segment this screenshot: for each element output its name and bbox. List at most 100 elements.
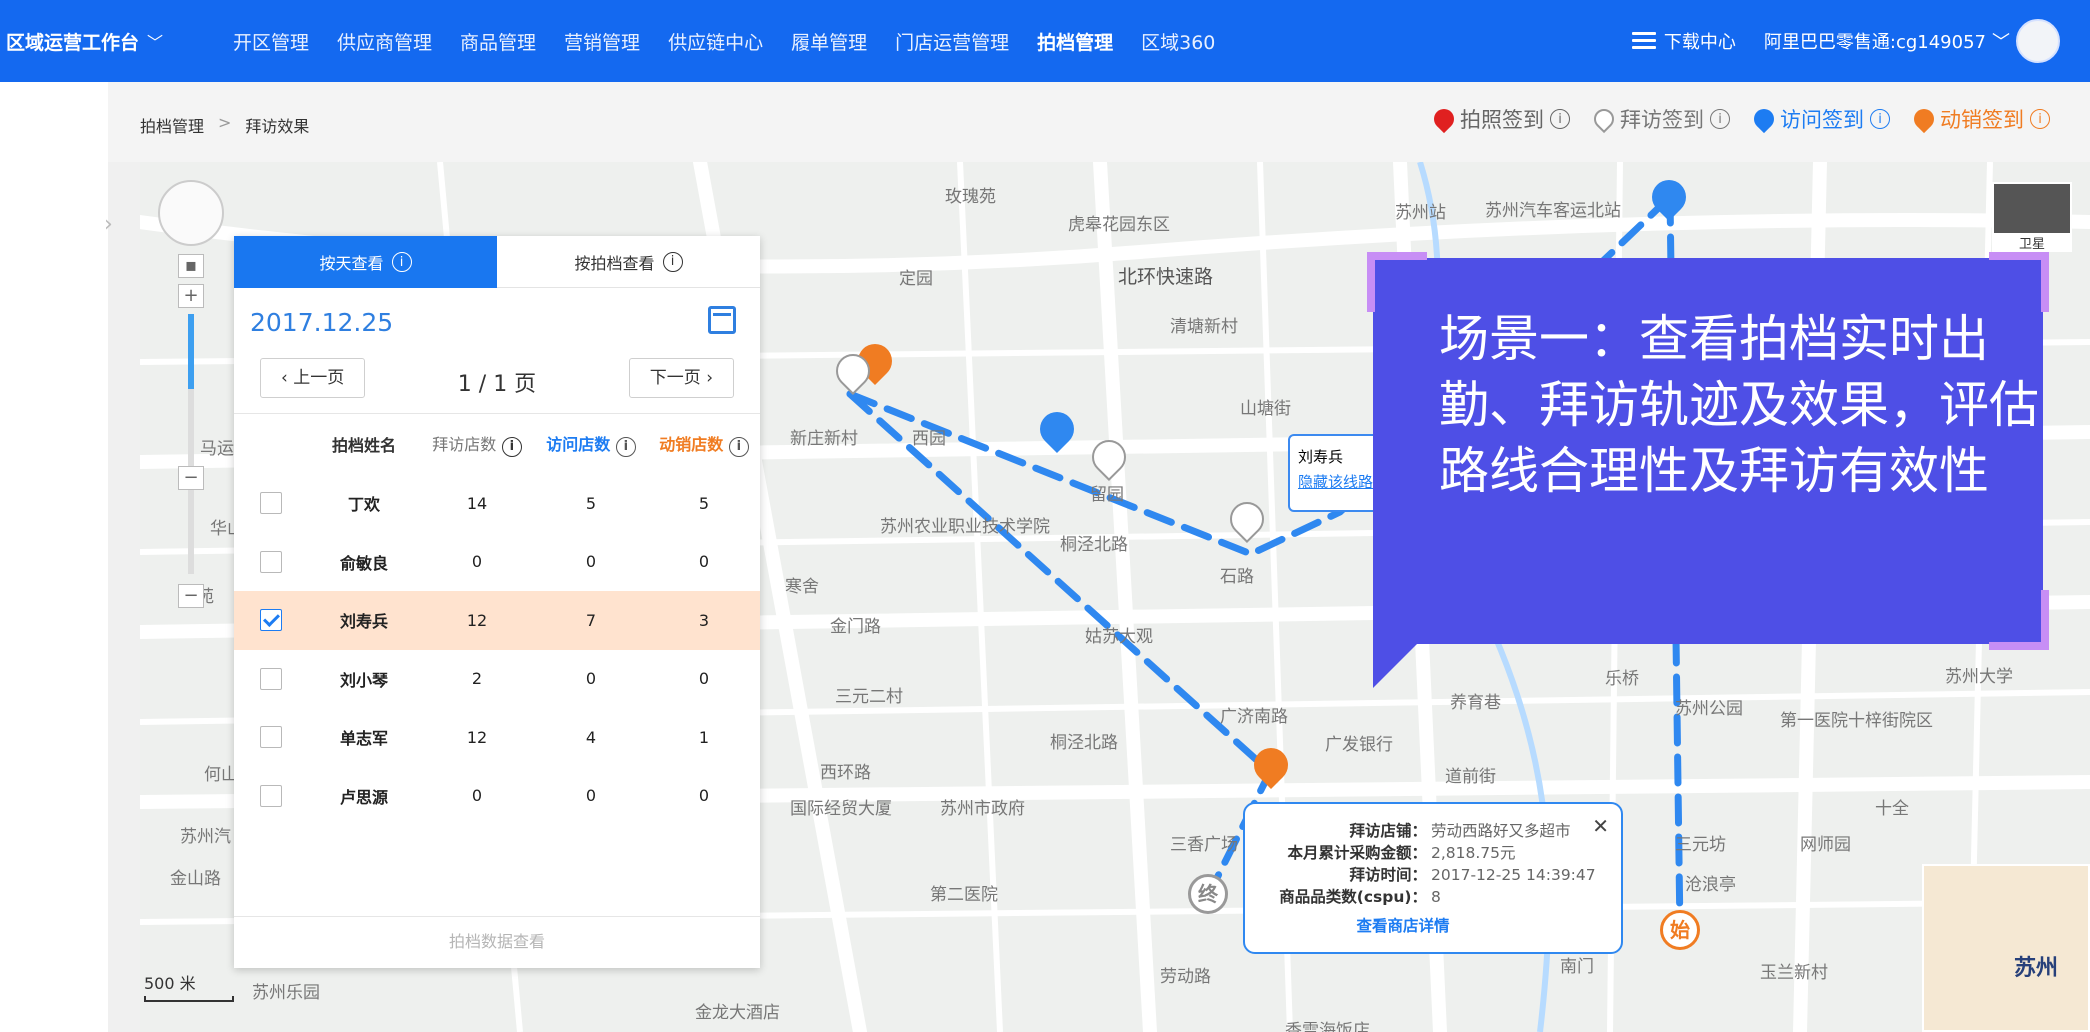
chevron-right-icon[interactable]: › [104, 212, 113, 237]
row-checkbox[interactable] [260, 667, 282, 690]
access-pin-icon [1749, 104, 1779, 134]
sales-count-cell: 3 [698, 610, 710, 630]
table-row[interactable]: 刘小琴 2 0 0 [234, 650, 760, 709]
map-legend: 拍照签到 i 拜访签到 i 访问签到 i 动销签到 i [1429, 104, 2050, 134]
row-checkbox-cell [234, 591, 308, 650]
close-icon[interactable]: ✕ [1592, 814, 1609, 838]
info-icon[interactable]: i [728, 436, 749, 457]
table-header-visited-label: 拜访店数 [432, 435, 497, 455]
workspace-switcher[interactable]: 区域运营工作台 ﹀ [0, 28, 205, 55]
nav-item-marketing[interactable]: 营销管理 [564, 28, 640, 55]
nav-item-supply-chain[interactable]: 供应链中心 [668, 28, 763, 55]
callout-corner [1989, 590, 2049, 650]
nav-item-partner[interactable]: 拍档管理 [1037, 28, 1113, 55]
row-checkbox[interactable] [260, 609, 282, 632]
user-menu[interactable]: 阿里巴巴零售通:cg149057 ﹀ [1764, 19, 2060, 63]
partner-data-view-button[interactable]: 拍档数据查看 [234, 916, 760, 968]
satellite-label: 卫星 [1994, 233, 2070, 252]
sales-count-cell: 0 [698, 669, 710, 689]
top-right-tools: 下载中心 阿里巴巴零售通:cg149057 ﹀ [1631, 0, 2060, 82]
info-icon[interactable]: i [501, 436, 522, 457]
map-place-label: 苏州公园 [1675, 699, 1743, 719]
tab-by-partner[interactable]: 按拍档查看 i [497, 236, 760, 288]
download-center-button[interactable]: 下载中心 [1631, 28, 1736, 54]
row-checkbox[interactable] [260, 492, 282, 515]
route-start-marker[interactable]: 始 [1660, 910, 1700, 950]
map-place-label: 苏州市政府 [940, 799, 1025, 819]
map-place-label: 苏州大学 [1945, 667, 2013, 687]
store-info-value: 2,818.75元 [1431, 844, 1516, 862]
scenario-callout: 场景一：查看拍档实时出勤、拜访轨迹及效果，评估路线合理性及拜访有效性 [1367, 252, 2049, 688]
list-icon [1631, 32, 1656, 50]
route-end-marker[interactable]: 终 [1188, 874, 1228, 914]
legend-visit-sign: 拜访签到 i [1589, 104, 1730, 134]
info-icon[interactable]: i [2030, 109, 2050, 129]
zoom-in-button[interactable]: + [178, 284, 204, 308]
zoom-out-button[interactable]: − [178, 584, 204, 608]
map-place-label: 苏州汽车客运北站 [1485, 201, 1621, 221]
map-place-label: 何山 [204, 765, 238, 785]
map-place-label: 姑苏大观 [1085, 627, 1153, 647]
partner-name-cell: 刘小琴 [339, 670, 388, 690]
map-place-label: 劳动路 [1160, 967, 1211, 987]
zoom-slider-handle[interactable]: − [178, 466, 204, 490]
map-place-label: 三香广场 [1170, 835, 1238, 855]
store-info-value: 8 [1431, 888, 1441, 906]
map-place-label: 寒舍 [785, 577, 819, 597]
nav-item-fulfillment[interactable]: 履单管理 [791, 28, 867, 55]
next-page-button[interactable]: 下一页 › [628, 358, 734, 398]
row-checkbox[interactable] [260, 550, 282, 573]
map-locate-button[interactable]: ▪ [178, 254, 204, 278]
map-pan-control[interactable] [158, 180, 224, 246]
nav-item-district[interactable]: 开区管理 [233, 28, 309, 55]
selected-date[interactable]: 2017.12.25 [250, 308, 393, 337]
nav-item-supplier[interactable]: 供应商管理 [337, 28, 432, 55]
table-row[interactable]: 单志军 12 4 1 [234, 708, 760, 767]
map-place-label: 桐泾北路 [1060, 535, 1128, 555]
sales-pin-icon [1909, 104, 1939, 134]
nav-item-goods[interactable]: 商品管理 [460, 28, 536, 55]
pagination: ‹ 上一页 1 / 1 页 下一页 › [234, 348, 760, 414]
info-icon[interactable]: i [615, 436, 636, 457]
sales-count-cell: 5 [698, 493, 710, 513]
info-icon[interactable]: i [662, 251, 683, 272]
tab-by-day[interactable]: 按天查看 i [234, 236, 497, 288]
row-checkbox[interactable] [260, 726, 282, 749]
satellite-toggle[interactable]: 卫星 [1992, 182, 2072, 252]
partner-name-cell: 单志军 [339, 729, 388, 749]
map-place-label: 第二医院 [930, 885, 998, 905]
access-count-cell: 0 [585, 786, 597, 806]
access-count-cell: 5 [585, 493, 597, 513]
nav-item-store-ops[interactable]: 门店运营管理 [895, 28, 1009, 55]
overview-minimap[interactable]: 苏州 [1922, 864, 2090, 1032]
legend-sales: 动销签到 i [1909, 104, 2050, 134]
table-row[interactable]: 丁欢 14 5 5 [234, 474, 760, 533]
avatar[interactable] [2016, 19, 2060, 63]
partner-name-cell: 刘寿兵 [339, 612, 388, 632]
store-info-key: 拜访时间： [1349, 866, 1427, 884]
info-icon[interactable]: i [1710, 109, 1730, 129]
info-icon[interactable]: i [391, 252, 412, 272]
visited-count-cell: 2 [471, 669, 483, 689]
calendar-icon[interactable] [708, 306, 736, 334]
map-place-label: 网师园 [1800, 835, 1851, 855]
map-place-label: 广发银行 [1325, 735, 1393, 755]
table-row[interactable]: 刘寿兵 12 7 3 [234, 591, 760, 650]
row-checkbox[interactable] [260, 784, 282, 807]
top-navigation-bar: 区域运营工作台 ﹀ 开区管理 供应商管理 商品管理 营销管理 供应链中心 履单管… [0, 0, 2090, 82]
breadcrumb-separator-icon: > [218, 113, 232, 132]
nav-item-region360[interactable]: 区域360 [1141, 28, 1215, 55]
info-icon[interactable]: i [1870, 109, 1890, 129]
table-header-sales: 动销店数 i [648, 414, 760, 474]
breadcrumb-parent[interactable]: 拍档管理 [140, 113, 204, 137]
view-store-detail-link[interactable]: 查看商店详情 [1257, 914, 1609, 936]
breadcrumb-current: 拜访效果 [245, 117, 310, 136]
store-info-row: 拜访店铺： 劳动西路好又多超市 [1257, 820, 1609, 842]
partner-table: 拍档姓名 拜访店数 i 访问店数 i 动销店数 i [234, 414, 760, 474]
store-info-key: 拜访店铺： [1349, 822, 1427, 840]
info-icon[interactable]: i [1550, 109, 1570, 129]
map-place-label: 金山路 [170, 869, 221, 889]
table-row[interactable]: 卢思源 0 0 0 [234, 767, 760, 818]
table-row[interactable]: 俞敏良 0 0 0 [234, 533, 760, 592]
table-body-scroll[interactable]: 丁欢1455俞敏良000刘寿兵1273刘小琴200单志军1241卢思源000吴建… [234, 474, 760, 817]
